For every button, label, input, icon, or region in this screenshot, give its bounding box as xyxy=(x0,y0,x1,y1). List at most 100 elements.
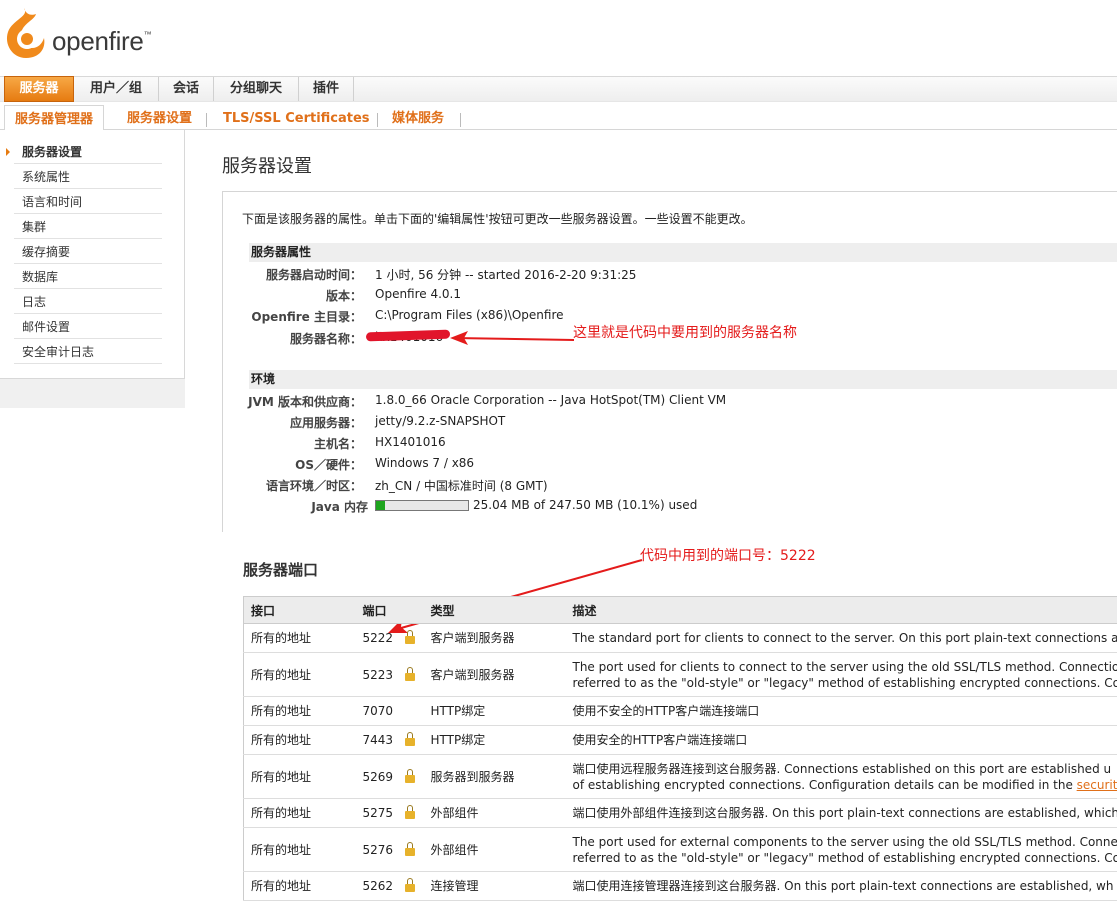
security-settings-link[interactable]: security set xyxy=(1077,778,1117,792)
port-description: 使用安全的HTTP客户端连接端口 xyxy=(566,726,1117,755)
sidebar-item-logs[interactable]: 日志 xyxy=(14,290,162,314)
env-value-hostname: HX1401016 xyxy=(375,435,446,449)
subtab-media-services[interactable]: 媒体服务 xyxy=(392,105,444,129)
env-value-locale: zh_CN / 中国标准时间 (8 GMT) xyxy=(375,477,548,494)
active-arrow-icon xyxy=(6,148,10,156)
sidebar-item-security-audit-log[interactable]: 安全审计日志 xyxy=(14,340,162,364)
env-label-hostname: 主机名： xyxy=(314,435,362,452)
lock-icon xyxy=(405,811,415,819)
page-intro: 下面是该服务器的属性。单击下面的'编辑属性'按钮可更改一些服务器设置。一些设置不… xyxy=(242,210,753,227)
env-label-memory: Java 内存 xyxy=(311,498,368,515)
port-number: 5269 xyxy=(363,769,405,785)
port-number: 5276 xyxy=(363,842,405,858)
col-header-type: 类型 xyxy=(424,597,566,624)
ports-table: 接口 端口 类型 描述 所有的地址 5222 客户端到服务器 The standard… xyxy=(243,596,1117,901)
prop-label-version: 版本： xyxy=(326,287,362,304)
port-description: 端口使用远程服务器连接到这台服务器. Connections establish… xyxy=(566,755,1117,799)
brand-tm: ™ xyxy=(144,30,152,39)
port-interface: 所有的地址 xyxy=(244,828,356,872)
port-type: 连接管理 xyxy=(424,872,566,901)
sidebar-item-language-time[interactable]: 语言和时间 xyxy=(14,190,162,214)
port-number: 5262 xyxy=(363,878,405,894)
sidebar-item-cache-summary[interactable]: 缓存摘要 xyxy=(14,240,162,264)
brand-name: openfire xyxy=(52,26,144,56)
ports-title: 服务器端口 xyxy=(243,559,318,580)
tab-sessions[interactable]: 会话 xyxy=(159,77,214,101)
port-description-text: referred to as the "old-style" or "legac… xyxy=(573,851,1117,865)
env-label-os: OS／硬件： xyxy=(295,456,362,473)
port-interface: 所有的地址 xyxy=(244,697,356,726)
tab-server[interactable]: 服务器 xyxy=(4,76,74,102)
col-header-interface: 接口 xyxy=(244,597,356,624)
port-description: 端口使用外部组件连接到这台服务器. On this port plain-tex… xyxy=(566,799,1117,828)
main-nav: 服务器 用户／组 会话 分组聊天 插件 xyxy=(0,76,1117,102)
lock-icon xyxy=(405,848,415,856)
prop-value-version: Openfire 4.0.1 xyxy=(375,287,461,301)
environment-header: 环境 xyxy=(249,370,1117,389)
env-label-app-server: 应用服务器： xyxy=(290,414,362,431)
port-description-text: of establishing encrypted connections. C… xyxy=(573,778,1077,792)
port-number: 5223 xyxy=(363,667,405,683)
port-number: 5275 xyxy=(363,805,405,821)
env-label-locale: 语言环境／时区： xyxy=(266,477,362,494)
memory-progress-fill xyxy=(376,501,385,510)
subtab-server-manager[interactable]: 服务器管理器 xyxy=(4,105,104,131)
sidebar-item-clustering[interactable]: 集群 xyxy=(14,215,162,239)
annotation-arrow-icon xyxy=(440,326,580,350)
lock-icon xyxy=(405,738,415,746)
port-description: 端口使用连接管理器连接到这台服务器. On this port plain-te… xyxy=(566,872,1117,901)
tab-plugins[interactable]: 插件 xyxy=(299,77,354,101)
port-description-line: 端口使用连接管理器连接到这台服务器. On this port plain-te… xyxy=(573,878,1117,894)
port-description-line: 端口使用远程服务器连接到这台服务器. Connections establish… xyxy=(573,761,1117,777)
port-number-cell: 5222 xyxy=(356,624,424,653)
ports-header-row: 接口 端口 类型 描述 xyxy=(244,597,1117,624)
sidebar-item-database[interactable]: 数据库 xyxy=(14,265,162,289)
prop-value-uptime: 1 小时, 56 分钟 -- started 2016-2-20 9:31:25 xyxy=(375,266,636,283)
tab-group-chat[interactable]: 分组聊天 xyxy=(214,77,299,101)
port-interface: 所有的地址 xyxy=(244,624,356,653)
sidebar-item-label: 服务器设置 xyxy=(22,145,82,159)
port-number-cell: 5276 xyxy=(356,828,424,872)
port-description-line: 端口使用外部组件连接到这台服务器. On this port plain-tex… xyxy=(573,805,1117,821)
sidebar: 服务器设置 系统属性 语言和时间 集群 缓存摘要 数据库 日志 邮件设置 安全审… xyxy=(0,130,185,408)
port-number-cell: 7443 xyxy=(356,726,424,755)
port-type: 服务器到服务器 xyxy=(424,755,566,799)
prop-value-home: C:\Program Files (x86)\Openfire xyxy=(375,308,564,322)
port-number: 7070 xyxy=(363,703,405,719)
memory-progress-bar xyxy=(375,500,469,511)
port-description: The standard port for clients to connect… xyxy=(566,624,1117,653)
table-row: 所有的地址5262连接管理端口使用连接管理器连接到这台服务器. On this … xyxy=(244,872,1117,901)
tab-users-groups[interactable]: 用户／组 xyxy=(74,77,159,101)
port-description-line: referred to as the "old-style" or "legac… xyxy=(573,675,1117,691)
subtab-separator xyxy=(206,113,207,127)
port-description-line: The standard port for clients to connect… xyxy=(573,630,1117,646)
port-number: 5222 xyxy=(363,630,405,646)
subtab-server-settings[interactable]: 服务器设置 xyxy=(127,105,192,129)
sidebar-item-system-properties[interactable]: 系统属性 xyxy=(14,165,162,189)
port-description: The port used for clients to connect to … xyxy=(566,653,1117,697)
col-header-port: 端口 xyxy=(356,597,424,624)
port-description-line: referred to as the "old-style" or "legac… xyxy=(573,850,1117,866)
sidebar-item-server-settings[interactable]: 服务器设置 xyxy=(14,140,162,164)
table-row: 所有的地址 5222 客户端到服务器 The standard port for cl… xyxy=(244,624,1117,653)
subtab-tls-certificates[interactable]: TLS/SSL Certificates xyxy=(223,105,370,129)
port-number-cell: 7070 xyxy=(356,697,424,726)
env-label-jvm: JVM 版本和供应商： xyxy=(248,393,362,410)
annotation-port: 代码中用到的端口号：5222 xyxy=(640,545,816,565)
page-title: 服务器设置 xyxy=(222,152,312,178)
server-properties-header: 服务器属性 xyxy=(249,243,1117,262)
port-description-line: 使用安全的HTTP客户端连接端口 xyxy=(573,732,1117,748)
port-description: The port used for external components to… xyxy=(566,828,1117,872)
port-interface: 所有的地址 xyxy=(244,799,356,828)
sidebar-item-email-settings[interactable]: 邮件设置 xyxy=(14,315,162,339)
port-description-line: of establishing encrypted connections. C… xyxy=(573,777,1117,793)
prop-label-server-name: 服务器名称： xyxy=(290,330,362,347)
lock-icon xyxy=(405,775,415,783)
port-type: HTTP绑定 xyxy=(424,697,566,726)
env-value-app-server: jetty/9.2.z-SNAPSHOT xyxy=(375,414,505,428)
port-interface: 所有的地址 xyxy=(244,726,356,755)
port-type: 客户端到服务器 xyxy=(424,624,566,653)
table-row: 所有的地址7443HTTP绑定使用安全的HTTP客户端连接端口 xyxy=(244,726,1117,755)
port-description-text: 端口使用远程服务器连接到这台服务器. Connections establish… xyxy=(573,762,1112,776)
port-description-text: The port used for clients to connect to … xyxy=(573,660,1117,674)
